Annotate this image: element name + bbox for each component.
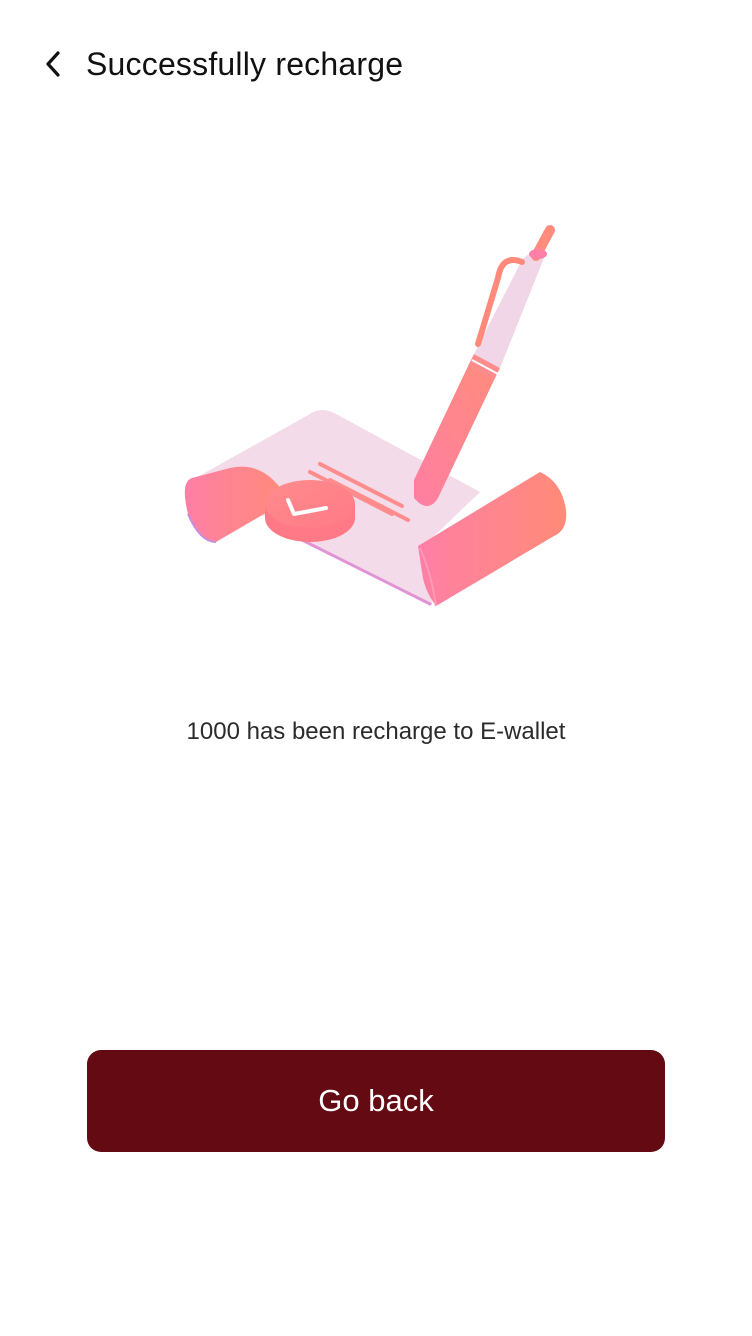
recharge-success-message: 1000 has been recharge to E-wallet <box>186 718 566 745</box>
header-bar: Successfully recharge <box>0 0 752 130</box>
back-button[interactable] <box>30 40 78 88</box>
signed-receipt-illustration <box>184 225 567 607</box>
chevron-left-icon <box>46 51 60 77</box>
page-title: Successfully recharge <box>86 46 404 82</box>
go-back-button[interactable]: Go back <box>87 1050 665 1152</box>
check-coin-icon <box>265 480 355 542</box>
pen-icon <box>414 225 555 506</box>
paper-sheet <box>184 410 567 607</box>
